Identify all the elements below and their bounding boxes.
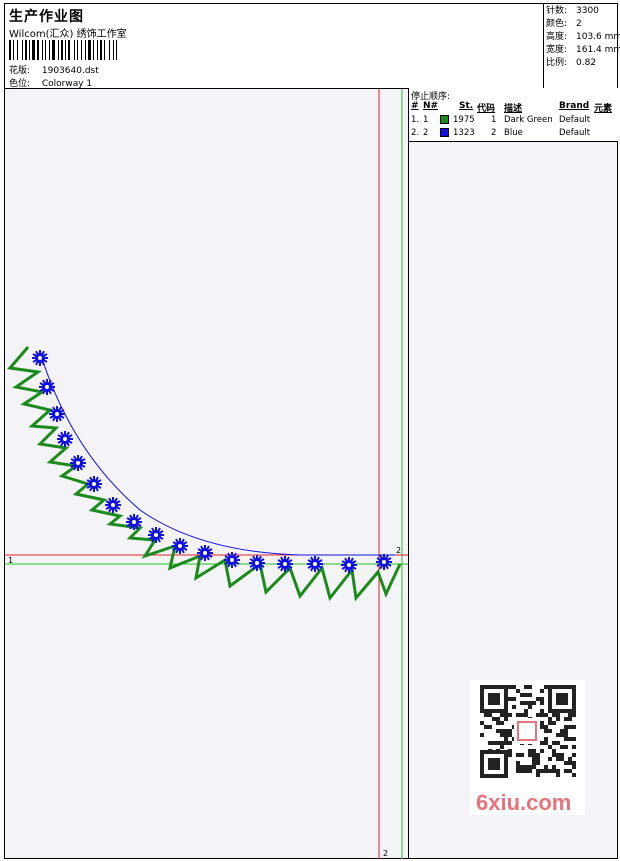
watermark-text: 6xiu.com <box>476 790 572 815</box>
blue-flower <box>57 431 73 447</box>
marker-right: 2 <box>396 546 402 555</box>
marker-bottom: 2 <box>383 849 389 858</box>
blue-flower <box>376 554 392 570</box>
marker-left: 1 <box>8 556 14 565</box>
blue-outline-arc <box>39 351 395 556</box>
blue-flower <box>341 557 357 573</box>
blue-flower-motifs <box>32 350 392 573</box>
qr-code-image <box>480 685 576 778</box>
blue-flower <box>86 476 102 492</box>
blue-flower <box>105 497 121 513</box>
blue-flower <box>32 350 48 366</box>
